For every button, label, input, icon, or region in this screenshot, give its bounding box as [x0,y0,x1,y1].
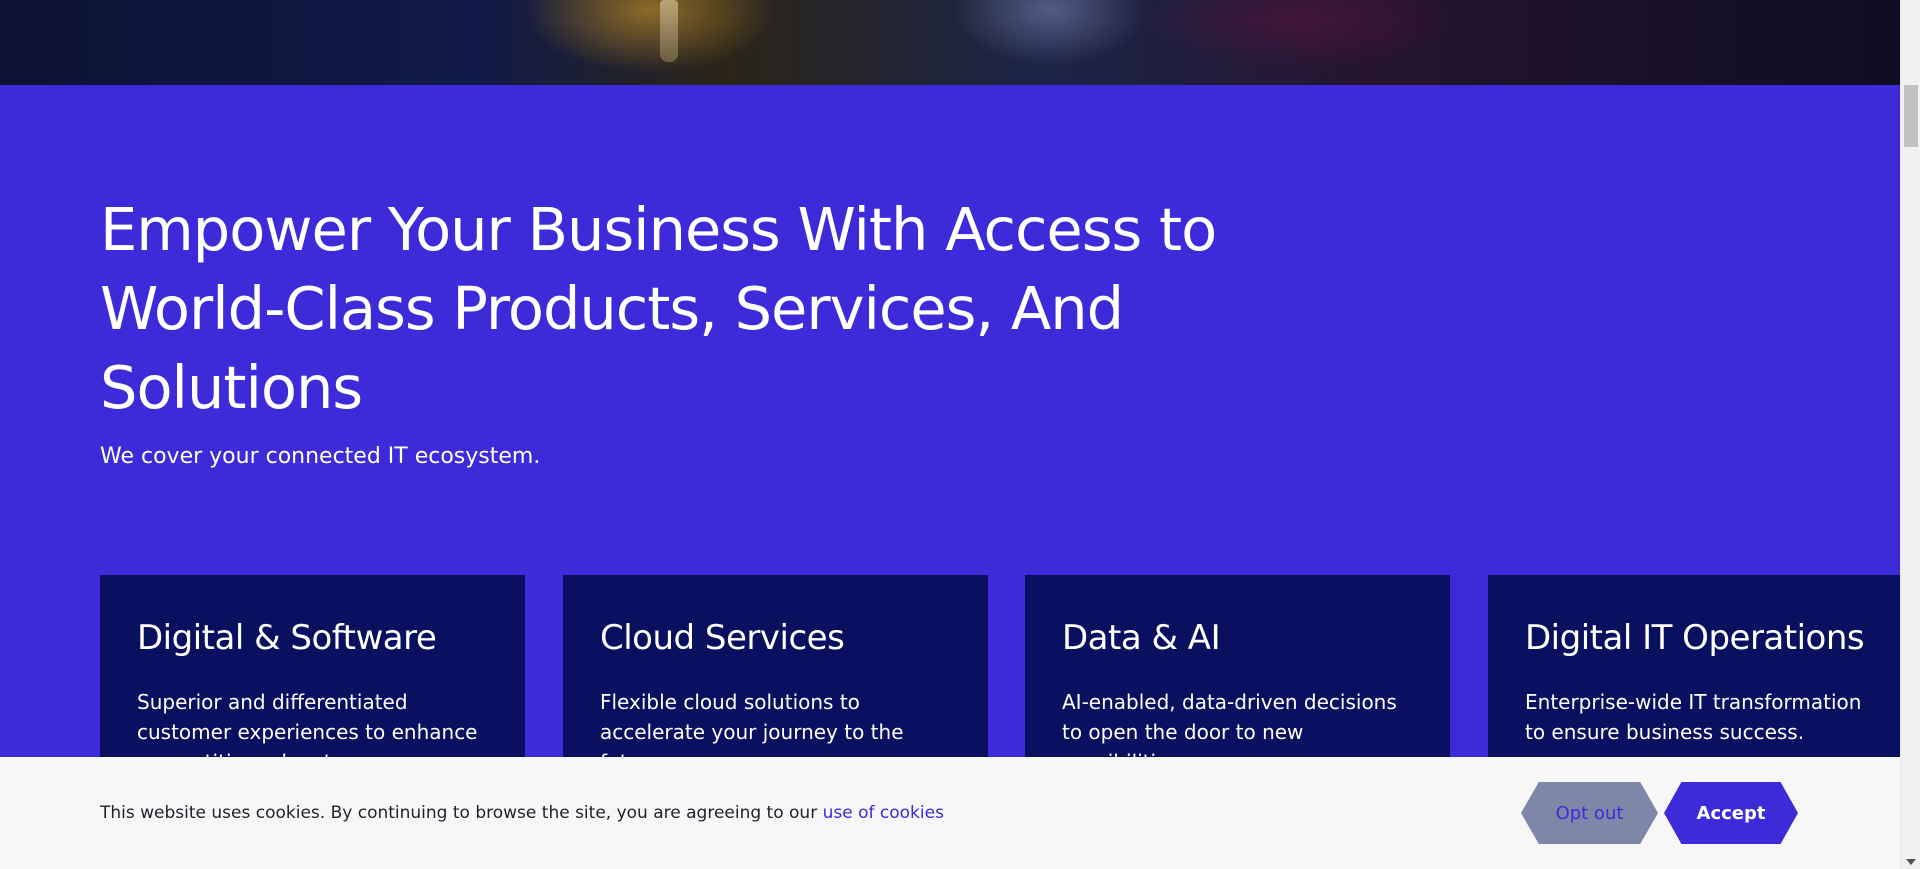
cookie-message-text: This website uses cookies. By continuing… [100,803,823,823]
accept-button[interactable]: Accept [1664,782,1798,844]
opt-out-button[interactable]: Opt out [1521,782,1658,844]
page-scrollbar[interactable] [1900,0,1920,869]
card-title: Digital & Software [137,618,437,658]
scroll-down-arrow-icon[interactable] [1906,859,1916,865]
page-subtitle: We cover your connected IT ecosystem. [100,444,541,469]
services-section: Empower Your Business With Access to Wor… [0,85,1913,869]
card-description: Enterprise-wide IT transformation to ens… [1525,690,1862,744]
scrollbar-thumb[interactable] [1904,85,1918,147]
card-title: Data & AI [1062,618,1221,658]
page: Empower Your Business With Access to Wor… [0,0,1920,869]
cookie-message: This website uses cookies. By continuing… [100,801,944,825]
card-title: Digital IT Operations [1525,618,1865,658]
cookie-banner: This website uses cookies. By continuing… [0,757,1900,869]
card-title: Cloud Services [600,618,845,658]
cookie-policy-link[interactable]: use of cookies [823,803,944,823]
hero-image [0,0,1900,85]
page-title: Empower Your Business With Access to Wor… [100,195,1217,422]
hero-image-detail [660,0,678,62]
